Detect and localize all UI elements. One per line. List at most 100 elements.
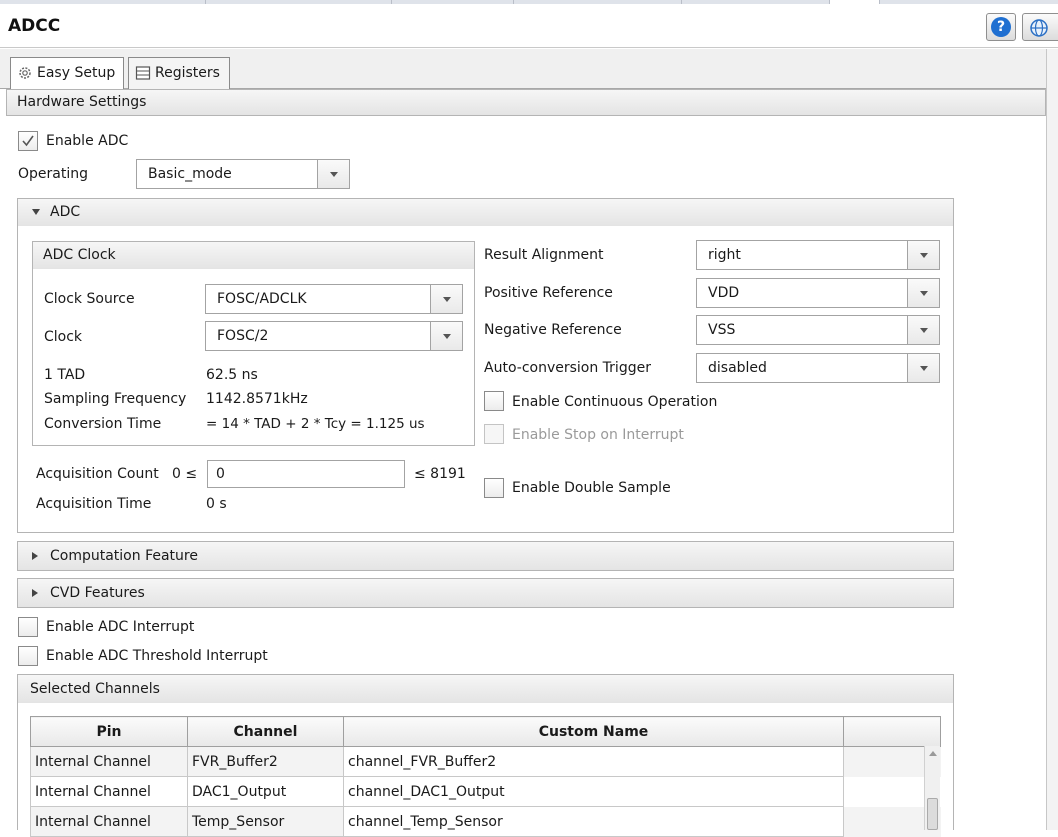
globe-icon (1030, 19, 1048, 37)
table-row[interactable]: Internal Channel DAC1_Output channel_DAC… (30, 776, 941, 807)
column-header-pin[interactable]: Pin (30, 716, 188, 747)
negative-reference-label: Negative Reference (484, 322, 622, 338)
clock-source-select[interactable]: FOSC/ADCLK (205, 284, 463, 314)
adc-section-header[interactable]: ADC (17, 198, 954, 227)
enable-double-sample-checkbox[interactable] (484, 478, 504, 498)
title-bar (0, 4, 1058, 48)
table-header-row: Pin Channel Custom Name (30, 716, 941, 747)
result-alignment-label: Result Alignment (484, 247, 604, 263)
acquisition-count-max: ≤ 8191 (414, 466, 466, 482)
clock-select[interactable]: FOSC/2 (205, 321, 463, 351)
vertical-scrollbar-track[interactable] (1046, 49, 1058, 830)
cell-pin[interactable]: Internal Channel (30, 806, 188, 837)
chevron-down-icon[interactable] (430, 285, 462, 313)
cell-pin[interactable]: Internal Channel (30, 776, 188, 807)
column-header-blank (843, 716, 941, 747)
result-alignment-select[interactable]: right (696, 240, 940, 270)
tab-easy-setup[interactable]: Easy Setup (10, 57, 124, 90)
enable-continuous-label: Enable Continuous Operation (512, 394, 718, 410)
enable-double-sample-label: Enable Double Sample (512, 480, 671, 496)
chevron-down-icon[interactable] (907, 241, 939, 269)
negative-reference-value: VSS (708, 322, 736, 338)
enable-adc-interrupt-checkbox[interactable] (18, 617, 38, 637)
acquisition-time-label: Acquisition Time (36, 496, 152, 512)
chevron-down-icon[interactable] (317, 160, 349, 188)
operating-select[interactable]: Basic_mode (136, 159, 350, 189)
table-scrollbar[interactable] (924, 746, 940, 830)
tab-easy-setup-label: Easy Setup (37, 65, 116, 81)
chevron-down-icon[interactable] (430, 322, 462, 350)
operating-select-value: Basic_mode (148, 166, 232, 182)
table-row[interactable]: Internal Channel FVR_Buffer2 channel_FVR… (30, 746, 941, 777)
enable-adc-threshold-interrupt-label: Enable ADC Threshold Interrupt (46, 648, 268, 664)
positive-reference-label: Positive Reference (484, 285, 613, 301)
column-header-channel[interactable]: Channel (187, 716, 344, 747)
chevron-down-icon[interactable] (907, 354, 939, 382)
chevron-down-icon[interactable] (907, 316, 939, 344)
adc-clock-title: ADC Clock (43, 247, 116, 263)
adc-clock-header: ADC Clock (32, 241, 475, 270)
clock-source-label: Clock Source (44, 291, 135, 307)
hardware-settings-header: Hardware Settings (6, 89, 1046, 116)
selected-channels-header: Selected Channels (17, 674, 954, 704)
cell-channel[interactable]: FVR_Buffer2 (187, 746, 344, 777)
table-row[interactable]: Internal Channel Temp_Sensor channel_Tem… (30, 806, 941, 837)
web-button[interactable] (1022, 13, 1058, 41)
chevron-up-icon[interactable] (929, 751, 937, 756)
enable-stop-on-interrupt-checkbox[interactable] (484, 424, 504, 444)
selected-channels-title: Selected Channels (30, 681, 160, 697)
enable-adc-checkbox[interactable] (18, 131, 38, 151)
tad-value: 62.5 ns (206, 367, 258, 383)
acquisition-time-value: 0 s (206, 496, 227, 512)
result-alignment-value: right (708, 247, 741, 263)
cvd-features-title: CVD Features (50, 585, 145, 601)
adc-section-title: ADC (50, 204, 81, 220)
check-icon (22, 135, 34, 147)
tab-registers-label: Registers (155, 65, 220, 81)
column-header-custom-name[interactable]: Custom Name (343, 716, 844, 747)
expand-triangle-icon (32, 589, 38, 597)
positive-reference-select[interactable]: VDD (696, 278, 940, 308)
collapse-triangle-icon (32, 209, 40, 215)
sampling-frequency-label: Sampling Frequency (44, 391, 187, 407)
acquisition-count-label: Acquisition Count (36, 466, 159, 482)
tab-registers[interactable]: Registers (128, 57, 230, 89)
hardware-settings-title: Hardware Settings (17, 94, 147, 110)
cell-channel[interactable]: Temp_Sensor (187, 806, 344, 837)
clock-source-value: FOSC/ADCLK (217, 291, 307, 307)
positive-reference-value: VDD (708, 285, 740, 301)
cell-custom-name[interactable]: channel_FVR_Buffer2 (343, 746, 844, 777)
conversion-time-value: = 14 * TAD + 2 * Tcy = 1.125 us (206, 416, 425, 432)
cell-channel[interactable]: DAC1_Output (187, 776, 344, 807)
acquisition-count-min: 0 ≤ (172, 466, 198, 482)
auto-conversion-trigger-label: Auto-conversion Trigger (484, 360, 651, 376)
negative-reference-select[interactable]: VSS (696, 315, 940, 345)
auto-conversion-trigger-select[interactable]: disabled (696, 353, 940, 383)
cell-custom-name[interactable]: channel_DAC1_Output (343, 776, 844, 807)
expand-triangle-icon (32, 552, 38, 560)
channels-table: Pin Channel Custom Name Internal Channel… (30, 716, 941, 837)
enable-continuous-checkbox[interactable] (484, 391, 504, 411)
help-icon: ? (991, 17, 1011, 37)
help-button[interactable]: ? (986, 13, 1016, 41)
page-title: ADCC (8, 16, 61, 36)
gear-icon (19, 67, 31, 79)
tad-label: 1 TAD (44, 367, 86, 383)
chevron-down-icon[interactable] (907, 279, 939, 307)
computation-feature-title: Computation Feature (50, 548, 198, 564)
cvd-features-header[interactable]: CVD Features (17, 578, 954, 608)
enable-adc-threshold-interrupt-checkbox[interactable] (18, 646, 38, 666)
cell-custom-name[interactable]: channel_Temp_Sensor (343, 806, 844, 837)
computation-feature-header[interactable]: Computation Feature (17, 541, 954, 571)
enable-adc-label: Enable ADC (46, 133, 129, 149)
cell-pin[interactable]: Internal Channel (30, 746, 188, 777)
acquisition-count-input[interactable]: 0 (207, 460, 405, 488)
auto-conversion-trigger-value: disabled (708, 360, 767, 376)
operating-label: Operating (18, 166, 88, 182)
clock-value: FOSC/2 (217, 328, 269, 344)
sampling-frequency-value: 1142.8571kHz (206, 391, 308, 407)
list-icon (135, 66, 151, 80)
clock-label: Clock (44, 329, 83, 345)
enable-adc-interrupt-label: Enable ADC Interrupt (46, 619, 195, 635)
scrollbar-thumb[interactable] (927, 798, 938, 830)
